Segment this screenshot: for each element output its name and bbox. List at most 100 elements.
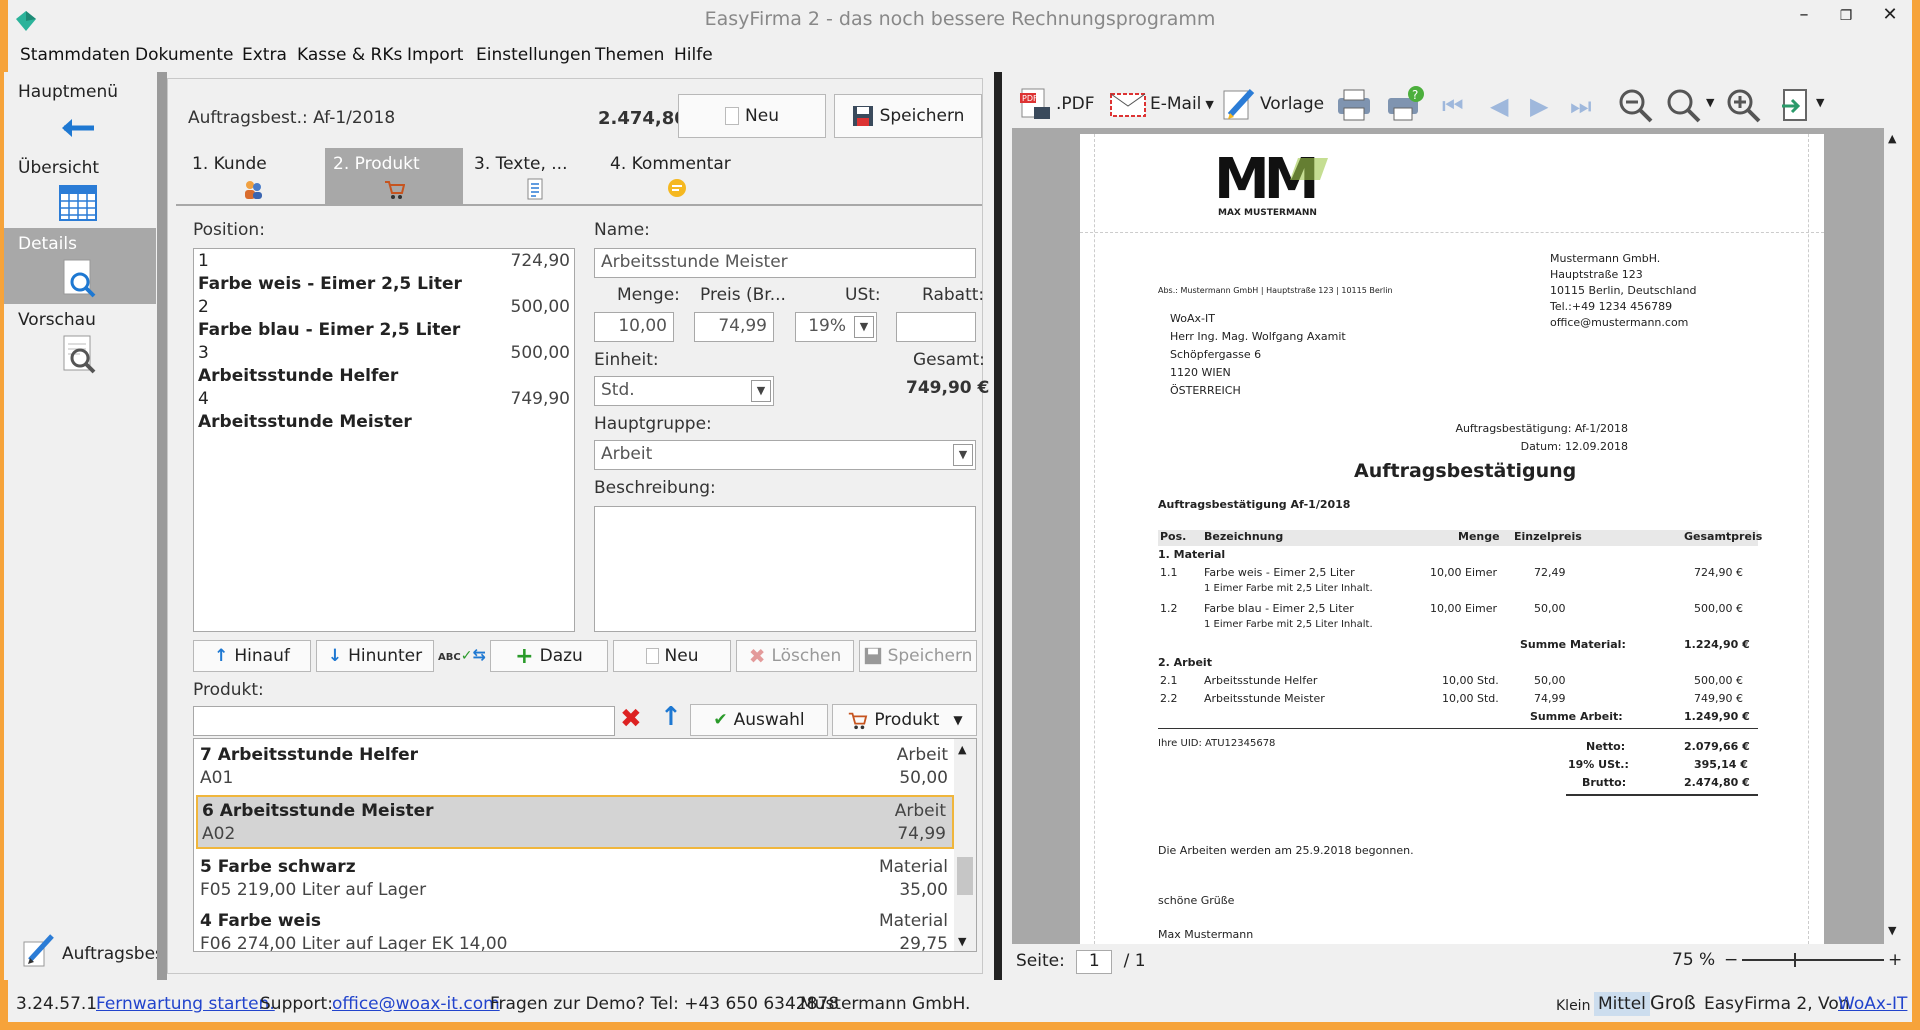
tab-texte[interactable]: 3. Texte, ... — [466, 148, 604, 204]
vendor-link[interactable]: WoAx-IT — [1838, 994, 1907, 1014]
maximize-icon[interactable]: ❐ — [1826, 8, 1866, 24]
menu-dokumente[interactable]: Dokumente — [135, 45, 234, 65]
tab-kommentar[interactable]: 4. Kommentar — [602, 148, 752, 204]
preview-magnifier-icon — [63, 335, 96, 374]
qty-input[interactable]: 10,00 — [594, 312, 674, 342]
left-nav: Hauptmenü Übersicht Details Vorschau Auf… — [4, 72, 171, 980]
group-select[interactable]: Arbeit ▼ — [594, 440, 976, 470]
cart-icon — [385, 181, 405, 199]
size-medium-button[interactable]: Mittel — [1594, 992, 1650, 1016]
group-label: Hauptgruppe: — [594, 414, 712, 434]
prev-page-icon[interactable]: ◀ — [1490, 92, 1508, 120]
arrow-up-icon[interactable]: ↑ — [660, 702, 682, 732]
move-down-button[interactable]: ↓ Hinunter — [316, 640, 434, 672]
add-button[interactable]: + Dazu — [490, 640, 608, 672]
chevron-down-icon[interactable]: ▼ — [854, 316, 874, 338]
chevron-up-icon[interactable]: ▲ — [958, 743, 966, 756]
zoom-icon[interactable] — [1666, 88, 1702, 124]
document-search-icon — [63, 259, 96, 298]
chevron-down-icon[interactable]: ▼ — [953, 444, 973, 466]
doc-total: 2.474,80 — [598, 108, 687, 129]
menu-stammdaten[interactable]: Stammdaten — [20, 45, 130, 65]
save-position-button[interactable]: Speichern — [859, 640, 977, 672]
menu-extra[interactable]: Extra — [242, 45, 287, 65]
nav-details[interactable]: Details — [4, 228, 156, 304]
list-item[interactable]: 7 Arbeitsstunde Helfer Arbeit A01 50,00 — [196, 741, 954, 795]
scroll-thumb[interactable] — [957, 857, 973, 895]
zoom-out-icon[interactable] — [1618, 88, 1654, 124]
remote-support-link[interactable]: Fernwartung starten. — [96, 994, 275, 1014]
unit-select[interactable]: Std. ▼ — [594, 376, 774, 406]
vat-label: USt: — [845, 285, 881, 305]
position-row[interactable]: 4 749,90 Arbeitsstunde Meister — [196, 389, 572, 435]
zoom-in-icon[interactable] — [1726, 88, 1762, 124]
position-row[interactable]: 1 724,90 Farbe weis - Eimer 2,5 Liter — [196, 251, 572, 297]
zoom-plus-icon[interactable]: + — [1888, 950, 1902, 970]
menu-einstellungen[interactable]: Einstellungen — [476, 45, 591, 65]
product-list[interactable]: 7 Arbeitsstunde Helfer Arbeit A01 50,00 6 A… — [193, 738, 977, 952]
list-item-selected[interactable]: 6 Arbeitsstunde Meister Arbeit A02 74,99 — [196, 795, 954, 849]
blank-page-icon — [725, 107, 740, 125]
price-input[interactable]: 74,99 — [694, 312, 774, 342]
size-small-button[interactable]: Klein — [1556, 998, 1590, 1014]
minimize-icon[interactable]: – — [1784, 4, 1824, 25]
desc-textarea[interactable] — [594, 506, 976, 632]
nav-preview[interactable]: Vorschau — [4, 304, 156, 380]
name-input[interactable]: Arbeitsstunde Meister — [594, 248, 976, 278]
chevron-down-icon[interactable]: ▼ — [751, 380, 771, 402]
zoom-slider[interactable] — [1742, 953, 1884, 967]
product-list-scrollbar[interactable]: ▲ ▼ — [954, 739, 976, 951]
select-button[interactable]: ✔ Auswahl — [690, 704, 828, 736]
product-dropdown-button[interactable]: Produkt ▼ — [832, 704, 977, 736]
positions-list[interactable]: 1 724,90 Farbe weis - Eimer 2,5 Liter 2 500… — [193, 248, 575, 632]
export-icon[interactable] — [1780, 88, 1812, 124]
chevron-up-icon[interactable]: ▲ — [1888, 132, 1896, 145]
price-label: Preis (Br... — [700, 285, 786, 305]
version: 3.24.57.1 — [16, 994, 98, 1014]
new-doc-button[interactable]: Neu — [678, 94, 826, 138]
delete-button[interactable]: ✖ Löschen — [736, 640, 854, 672]
menu-hilfe[interactable]: Hilfe — [674, 45, 713, 65]
nav-main-menu[interactable]: Hauptmenü — [4, 76, 156, 152]
template-button[interactable]: Vorlage — [1222, 82, 1324, 126]
next-page-icon[interactable]: ▶ — [1530, 92, 1548, 120]
nav-overview[interactable]: Übersicht — [4, 152, 156, 228]
chevron-down-icon[interactable]: ▼ — [1816, 96, 1824, 109]
discount-input[interactable] — [896, 312, 976, 342]
tab-underline — [176, 204, 982, 206]
menu-kasse[interactable]: Kasse & RKs — [297, 45, 402, 65]
position-row[interactable]: 2 500,00 Farbe blau - Eimer 2,5 Liter — [196, 297, 572, 343]
print-settings-icon[interactable]: ? — [1384, 84, 1426, 122]
panel-splitter[interactable] — [994, 72, 1002, 980]
zoom-minus-icon[interactable]: − — [1724, 950, 1738, 970]
last-page-icon[interactable]: ⏭ — [1570, 92, 1592, 120]
vat-select[interactable]: 19% ▼ — [795, 312, 877, 342]
new-position-button[interactable]: Neu — [613, 640, 731, 672]
list-item[interactable]: 4 Farbe weis Material F06 274,00 Liter auf… — [196, 907, 954, 951]
clear-x-icon[interactable]: ✖ — [620, 704, 642, 734]
menu-themen[interactable]: Themen — [595, 45, 664, 65]
list-item[interactable]: 5 Farbe schwarz Material F05 219,00 Liter … — [196, 853, 954, 907]
arrow-left-icon — [62, 119, 94, 137]
email-button[interactable]: E-Mail ▼ — [1110, 82, 1214, 126]
spellcheck-icon[interactable]: ABC✓⇆ — [438, 645, 486, 664]
position-row[interactable]: 3 500,00 Arbeitsstunde Helfer — [196, 343, 572, 389]
close-icon[interactable]: ✕ — [1870, 4, 1910, 25]
support-email-link[interactable]: office@woax-it.com — [332, 994, 500, 1014]
save-doc-button[interactable]: Speichern — [834, 94, 982, 138]
chevron-down-icon[interactable]: ▼ — [1888, 924, 1896, 937]
page-number-input[interactable]: 1 — [1076, 950, 1113, 974]
first-page-icon[interactable]: ⏮ — [1442, 92, 1464, 120]
size-large-button[interactable]: Groß — [1650, 992, 1696, 1014]
printer-icon[interactable] — [1334, 86, 1374, 122]
tab-kunde[interactable]: 1. Kunde — [184, 148, 322, 204]
product-search-input[interactable] — [193, 706, 615, 736]
menu-import[interactable]: Import — [407, 45, 463, 65]
zoom-slider-thumb[interactable] — [1794, 953, 1796, 967]
pdf-button[interactable]: PDF .PDF — [1020, 82, 1095, 126]
preview-scrollbar[interactable]: ▲ ▼ — [1884, 128, 1904, 944]
move-up-button[interactable]: ↑ Hinauf — [193, 640, 311, 672]
tab-produkt[interactable]: 2. Produkt — [325, 148, 463, 204]
chevron-down-icon[interactable]: ▼ — [958, 935, 966, 948]
chevron-down-icon[interactable]: ▼ — [1706, 96, 1714, 109]
